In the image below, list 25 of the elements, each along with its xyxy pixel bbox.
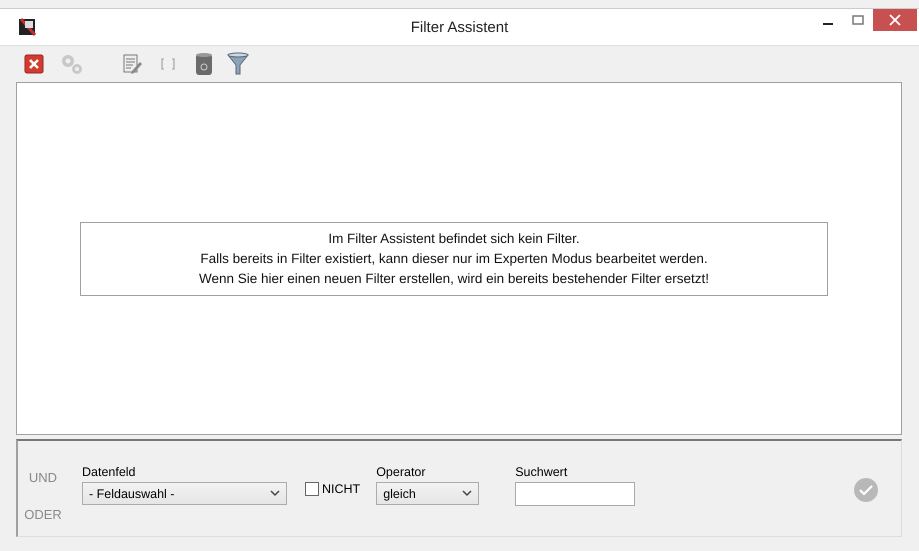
notepad-pencil-icon bbox=[121, 53, 143, 75]
trash-can-icon bbox=[195, 52, 213, 76]
chevron-down-icon bbox=[270, 490, 280, 497]
funnel-icon bbox=[227, 52, 249, 76]
field-label: Datenfeld bbox=[82, 465, 137, 479]
close-button[interactable] bbox=[873, 9, 917, 31]
not-label: NICHT bbox=[322, 482, 360, 496]
toolbar-button[interactable] bbox=[22, 52, 46, 76]
brackets-icon bbox=[159, 57, 177, 71]
not-checkbox[interactable] bbox=[305, 482, 319, 496]
operator-dropdown[interactable]: gleich bbox=[376, 482, 480, 505]
close-icon bbox=[24, 54, 44, 74]
app-logo-icon bbox=[18, 17, 38, 37]
search-value-label: Suchwert bbox=[515, 465, 568, 479]
close-icon bbox=[889, 14, 901, 26]
chevron-down-icon bbox=[462, 490, 472, 497]
minimize-icon bbox=[823, 23, 833, 25]
gears-icon bbox=[60, 53, 84, 75]
info-message-box: Im Filter Assistent befindet sich kein Filter. Falls bereits in Filter existiert, kann dieser nur im Experten Modus bearbeitet werden. Wenn Sie hier einen neuen Filter erstellen, wird ein bereits bestehender Filter ersetzt! bbox=[80, 222, 828, 296]
toolbar-button[interactable] bbox=[226, 52, 250, 76]
operator-label: Operator bbox=[376, 465, 427, 479]
field-dropdown[interactable]: - Feldauswahl - bbox=[82, 482, 287, 505]
window-title: Filter Assistent bbox=[410, 18, 508, 36]
maximize-icon bbox=[852, 15, 864, 25]
search-value-field[interactable] bbox=[515, 482, 636, 506]
